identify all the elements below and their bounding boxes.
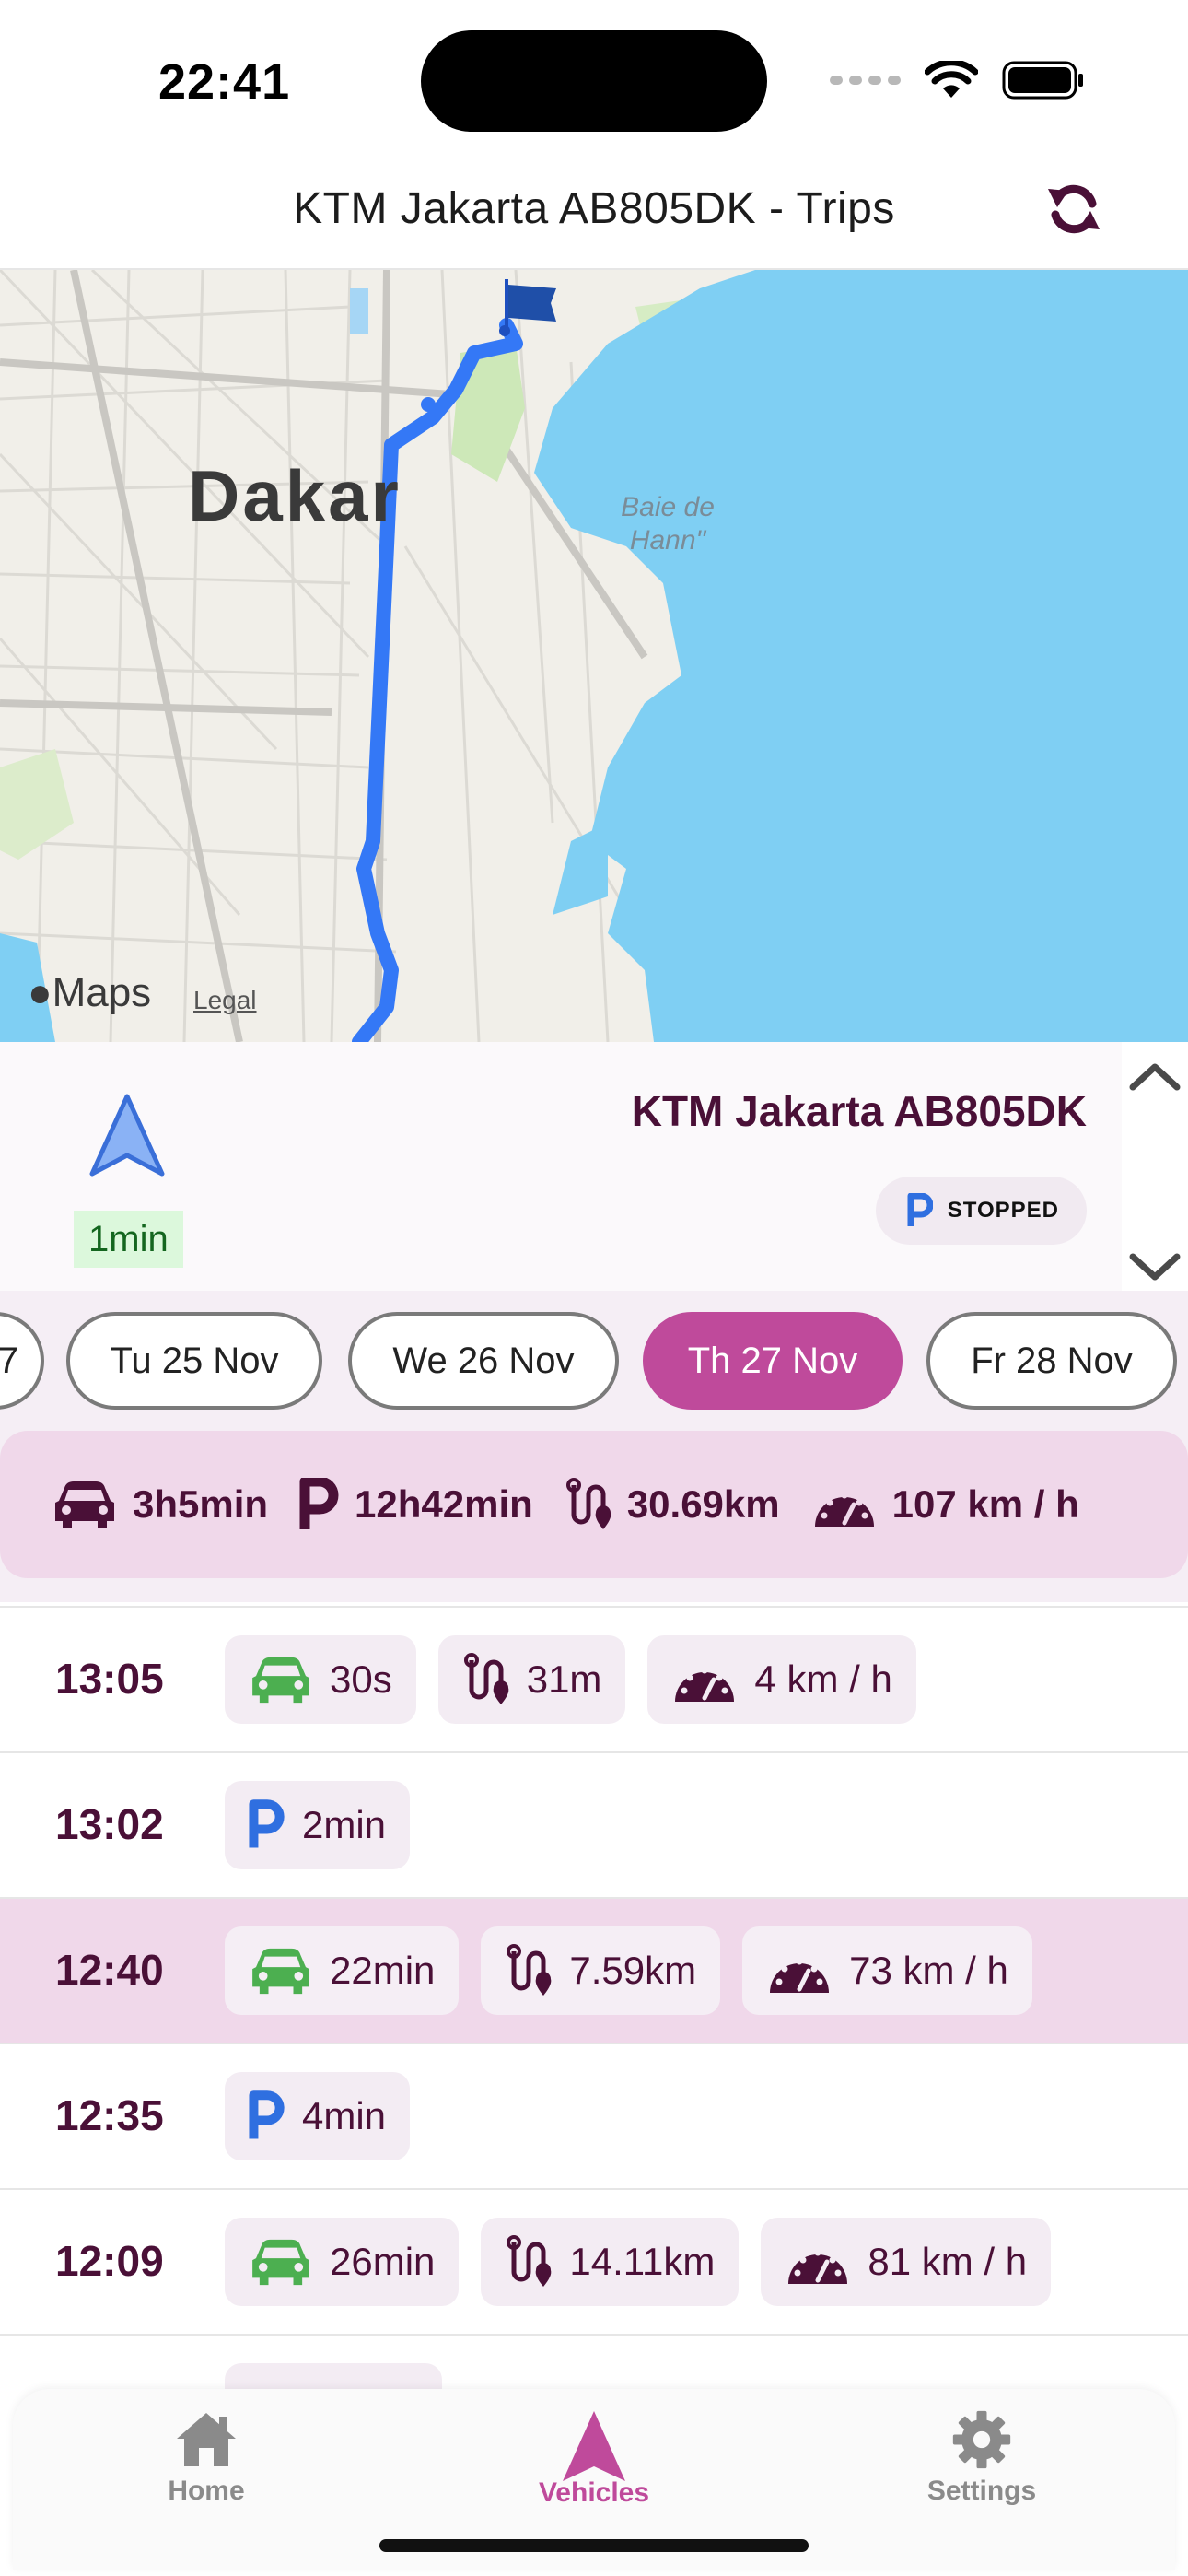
trip-time: 12:09 — [55, 2237, 164, 2285]
map-view[interactable]: Dakar Baie de Hann" ●Maps Legal — [0, 270, 1188, 1042]
parking-icon — [249, 2090, 285, 2139]
status-badge: STOPPED — [875, 1177, 1087, 1245]
car-icon — [55, 1481, 114, 1528]
speedometer-icon — [770, 1958, 830, 1993]
trip-duration-chip: 26min — [225, 2218, 460, 2306]
summary-parked-value: 12h42min — [355, 1482, 533, 1526]
date-pill[interactable]: Fr 28 Nov — [926, 1312, 1177, 1410]
speedometer-icon — [788, 2249, 848, 2284]
navigation-arrow-icon — [89, 1094, 165, 1177]
car-icon — [252, 1948, 309, 1995]
refresh-button[interactable] — [1044, 180, 1103, 239]
route-icon — [565, 1478, 611, 1529]
speedometer-icon — [675, 1667, 735, 1702]
parking-icon — [907, 1193, 933, 1226]
maps-legal-link[interactable]: Legal — [193, 986, 257, 1015]
summary-distance-value: 30.69km — [626, 1482, 780, 1526]
trip-parking-chip: 4min — [225, 2072, 411, 2160]
tab-vehicles[interactable]: Vehicles — [483, 2409, 705, 2529]
summary-parked: 12h42min — [299, 1478, 533, 1531]
summary-driving-value: 3h5min — [133, 1482, 269, 1526]
battery-icon — [1002, 61, 1083, 100]
tab-settings[interactable]: Settings — [871, 2409, 1092, 2529]
chevron-down-icon[interactable] — [1122, 1240, 1188, 1295]
route-icon — [463, 1653, 509, 1704]
trip-time: 13:02 — [55, 1800, 164, 1848]
house-icon — [177, 2413, 236, 2466]
status-icons — [830, 57, 1085, 103]
summary-speed: 107 km / h — [811, 1479, 1079, 1530]
date-selector[interactable]: 7 Tu 25 Nov We 26 Nov Th 27 Nov Fr 28 No… — [0, 1291, 1188, 1431]
dynamic-island — [421, 30, 767, 132]
trip-speed-chip: 81 km / h — [761, 2218, 1052, 2306]
day-summary: 3h5min 12h42min 30.69km 107 km / h — [0, 1431, 1188, 1578]
apple-logo-icon: ● — [28, 970, 52, 1015]
wifi-icon — [925, 61, 978, 98]
trip-time: 13:05 — [55, 1655, 164, 1703]
cellular-signal-icon — [830, 76, 901, 85]
trip-speed-chip: 4 km / h — [647, 1635, 916, 1724]
tab-vehicles-label: Vehicles — [538, 2477, 650, 2508]
tab-home-label: Home — [168, 2476, 245, 2506]
status-label: STOPPED — [947, 1198, 1059, 1223]
car-icon — [252, 2239, 309, 2286]
navigation-arrow-icon — [563, 2411, 625, 2481]
trip-row[interactable]: 12:35 4min — [0, 2044, 1188, 2190]
trip-row-partial[interactable] — [0, 2336, 1188, 2389]
parking-icon — [299, 1478, 339, 1529]
date-pill[interactable]: We 26 Nov — [348, 1312, 619, 1410]
tab-settings-label: Settings — [926, 2476, 1037, 2506]
trip-list[interactable]: 13:05 30s 31m 4 km / h 13:02 2min 12:40 … — [0, 1606, 1188, 2389]
vehicle-info-panel[interactable]: 1min KTM Jakarta AB805DK STOPPED — [0, 1042, 1122, 1291]
page-title: KTM Jakarta AB805DK - Trips — [293, 184, 895, 233]
summary-speed-value: 107 km / h — [891, 1482, 1079, 1526]
trip-duration-chip: 22min — [225, 1926, 460, 2015]
trip-row-selected[interactable]: 12:40 22min 7.59km 73 km / h — [0, 1899, 1188, 2044]
trip-parking-chip: 2min — [225, 1781, 411, 1869]
car-icon — [252, 1657, 309, 1704]
date-pill[interactable]: Tu 25 Nov — [66, 1312, 322, 1410]
summary-distance: 30.69km — [565, 1478, 780, 1531]
map-city-label: Dakar — [188, 455, 402, 536]
route-icon — [507, 1944, 552, 1996]
nav-header: KTM Jakarta AB805DK - Trips — [0, 152, 1188, 270]
map-canvas — [0, 270, 1188, 1042]
date-pill[interactable]: 7 — [0, 1312, 44, 1410]
maps-attribution: ●Maps — [28, 970, 152, 1015]
date-pill-selected[interactable]: Th 27 Nov — [643, 1312, 903, 1410]
trip-distance-chip: 7.59km — [481, 1926, 721, 2015]
home-indicator — [379, 2539, 809, 2552]
trip-row[interactable]: 13:05 30s 31m 4 km / h — [0, 1608, 1188, 1753]
trip-chip-partial — [225, 2363, 442, 2389]
tab-home[interactable]: Home — [96, 2409, 317, 2529]
trip-row[interactable]: 12:09 26min 14.11km 81 km / h — [0, 2190, 1188, 2336]
trip-distance-chip: 31m — [437, 1635, 626, 1724]
trip-row[interactable]: 13:02 2min — [0, 1753, 1188, 1899]
trip-speed-chip: 73 km / h — [742, 1926, 1032, 2015]
status-bar: 22:41 — [0, 0, 1188, 152]
parking-icon — [249, 1799, 285, 1848]
trip-duration-chip: 30s — [225, 1635, 416, 1724]
vehicle-name: KTM Jakarta AB805DK — [631, 1087, 1087, 1135]
trip-time: 12:35 — [55, 2091, 164, 2139]
speedometer-icon — [814, 1492, 874, 1527]
trip-time: 12:40 — [55, 1946, 164, 1994]
summary-driving: 3h5min — [52, 1479, 268, 1530]
refresh-icon — [1048, 184, 1100, 234]
chevron-up-icon[interactable] — [1122, 1050, 1188, 1106]
gear-icon — [952, 2410, 1011, 2469]
trip-distance-chip: 14.11km — [481, 2218, 740, 2306]
last-update-badge: 1min — [74, 1211, 183, 1268]
route-icon — [507, 2235, 552, 2287]
status-time: 22:41 — [158, 54, 291, 110]
map-bay-label: Baie de Hann" — [621, 492, 715, 556]
